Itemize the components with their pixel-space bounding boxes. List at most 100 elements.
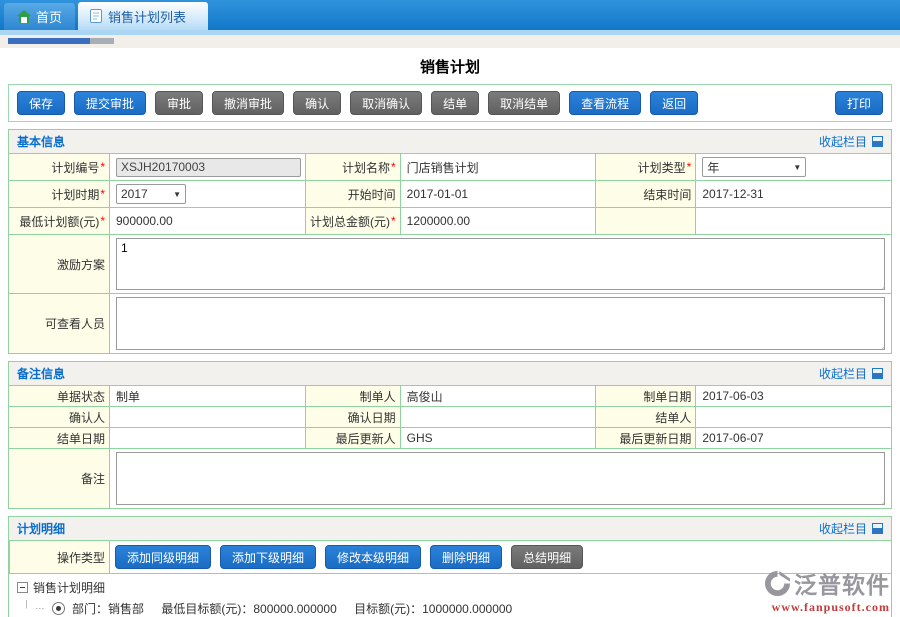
form-row: 备注 [9,449,891,508]
plan-name-label: 计划名称* [305,154,400,180]
note-textarea[interactable] [116,452,885,505]
chevron-down-icon: ▼ [173,190,181,199]
basic-collapse-link[interactable]: 收起栏目 [819,133,883,150]
tree-connector [36,608,45,609]
close-date-value [109,428,305,448]
create-date-label: 制单日期 [595,386,695,406]
basic-section-header: 基本信息 收起栏目 [9,130,891,154]
plan-period-select[interactable]: 2017 ▼ [116,184,186,204]
tab-bar: 首页 销售计划列表 × [0,0,900,30]
detail-collapse-link[interactable]: 收起栏目 [819,520,883,537]
start-date-value: 2017-01-01 [400,181,596,207]
tree-root-label: 销售计划明细 [33,579,105,596]
close-order-button[interactable]: 结单 [431,91,479,115]
print-button[interactable]: 打印 [835,91,883,115]
approve-button[interactable]: 审批 [155,91,203,115]
empty-label [595,208,695,234]
confirm-date-value [400,407,596,427]
create-date-value: 2017-06-03 [695,386,891,406]
note-label: 备注 [9,449,109,508]
close-date-label: 结单日期 [9,428,109,448]
tree-collapse-icon[interactable] [17,582,28,593]
operation-type-label: 操作类型 [9,541,109,573]
revoke-approval-button[interactable]: 撤消审批 [212,91,284,115]
tree-child-node[interactable]: 部门：销售部 最低目标额(元)：800000.000000 目标额(元)：100… [22,600,883,617]
confirm-date-label: 确认日期 [305,407,400,427]
cancel-close-button[interactable]: 取消结单 [488,91,560,115]
min-target-text: 最低目标额(元)：800000.000000 [161,602,336,616]
brand-watermark: 泛普软件 www.fanpusoft.com [764,566,890,615]
brand-site-url: www.fanpusoft.com [764,600,890,615]
add-child-detail-button[interactable]: 添加下级明细 [220,545,316,569]
viewers-cell [109,294,891,353]
tab-close-icon[interactable]: × [197,2,203,13]
end-date-value: 2017-12-31 [695,181,891,207]
plan-detail-tree: 销售计划明细 部门：销售部 最低目标额(元)：800000.000000 目标额… [9,574,891,617]
plan-type-select[interactable]: 年 ▼ [702,157,806,177]
creator-label: 制单人 [305,386,400,406]
back-button[interactable]: 返回 [650,91,698,115]
section-remark-info: 备注信息 收起栏目 单据状态 制单 制单人 高俊山 制单日期 2017-06-0… [8,361,892,509]
required-mark: * [100,187,105,201]
detail-section-title: 计划明细 [17,520,65,537]
tab-active-label: 销售计划列表 [108,7,186,26]
tree-item-text: 部门：销售部 最低目标额(元)：800000.000000 目标额(元)：100… [72,600,526,617]
form-row: 单据状态 制单 制单人 高俊山 制单日期 2017-06-03 [9,386,891,407]
toolbar: 保存 提交审批 审批 撤消审批 确认 取消确认 结单 取消结单 查看流程 返回 … [8,84,892,122]
scrollbar-thumb[interactable] [8,38,90,44]
plan-type-label: 计划类型* [595,154,695,180]
radio-dot [56,606,61,611]
form-row: 结单日期 最后更新人 GHS 最后更新日期 2017-06-07 [9,428,891,449]
tab-sales-plan-list[interactable]: 销售计划列表 × [78,2,208,30]
form-row: 计划时期* 2017 ▼ 开始时间 2017-01-01 结束时间 2017-1… [9,181,891,208]
confirm-button[interactable]: 确认 [293,91,341,115]
required-mark: * [100,214,105,228]
required-mark: * [391,160,396,174]
doc-status-label: 单据状态 [9,386,109,406]
required-mark: * [100,160,105,174]
incentive-label: 激励方案 [9,235,109,293]
detail-section-header: 计划明细 收起栏目 [9,517,891,541]
save-button[interactable]: 保存 [17,91,65,115]
form-row: 激励方案 1 [9,235,891,294]
total-amount-value: 1200000.00 [400,208,596,234]
tab-home[interactable]: 首页 [4,3,75,30]
plan-period-label: 计划时期* [9,181,109,207]
collapse-icon [872,136,883,147]
end-date-label: 结束时间 [595,181,695,207]
form-row: 确认人 确认日期 结单人 [9,407,891,428]
edit-detail-button[interactable]: 修改本级明细 [325,545,421,569]
section-basic-info: 基本信息 收起栏目 计划编号* 计划名称* 门店销售计划 计划类型* 年 ▼ 计… [8,129,892,354]
plan-no-input[interactable] [116,158,301,177]
chevron-down-icon: ▼ [793,163,801,172]
delete-detail-button[interactable]: 删除明细 [430,545,502,569]
remark-collapse-link[interactable]: 收起栏目 [819,365,883,382]
note-cell [109,449,891,508]
target-text: 目标额(元)：1000000.000000 [354,602,512,616]
submit-approval-button[interactable]: 提交审批 [74,91,146,115]
dept-text: 部门：销售部 [72,602,144,616]
summarize-detail-button[interactable]: 总结明细 [511,545,583,569]
start-date-label: 开始时间 [305,181,400,207]
plan-no-value [109,154,305,180]
plan-name-value: 门店销售计划 [400,154,596,180]
cancel-confirm-button[interactable]: 取消确认 [350,91,422,115]
form-row: 最低计划额(元)* 900000.00 计划总金额(元)* 1200000.00 [9,208,891,235]
plan-period-cell: 2017 ▼ [109,181,305,207]
viewers-textarea[interactable] [116,297,885,350]
horizontal-scrollbar[interactable] [0,35,900,48]
form-row: 计划编号* 计划名称* 门店销售计划 计划类型* 年 ▼ [9,154,891,181]
closer-label: 结单人 [595,407,695,427]
closer-value [695,407,891,427]
tree-root-node[interactable]: 销售计划明细 [17,579,883,596]
page-title: 销售计划 [0,48,900,84]
basic-section-title: 基本信息 [17,133,65,150]
add-sibling-detail-button[interactable]: 添加同级明细 [115,545,211,569]
home-icon [17,10,31,23]
incentive-textarea[interactable]: 1 [116,238,885,290]
remark-section-title: 备注信息 [17,365,65,382]
dept-radio[interactable] [52,602,65,615]
confirmer-value [109,407,305,427]
required-mark: * [687,160,692,174]
view-flow-button[interactable]: 查看流程 [569,91,641,115]
